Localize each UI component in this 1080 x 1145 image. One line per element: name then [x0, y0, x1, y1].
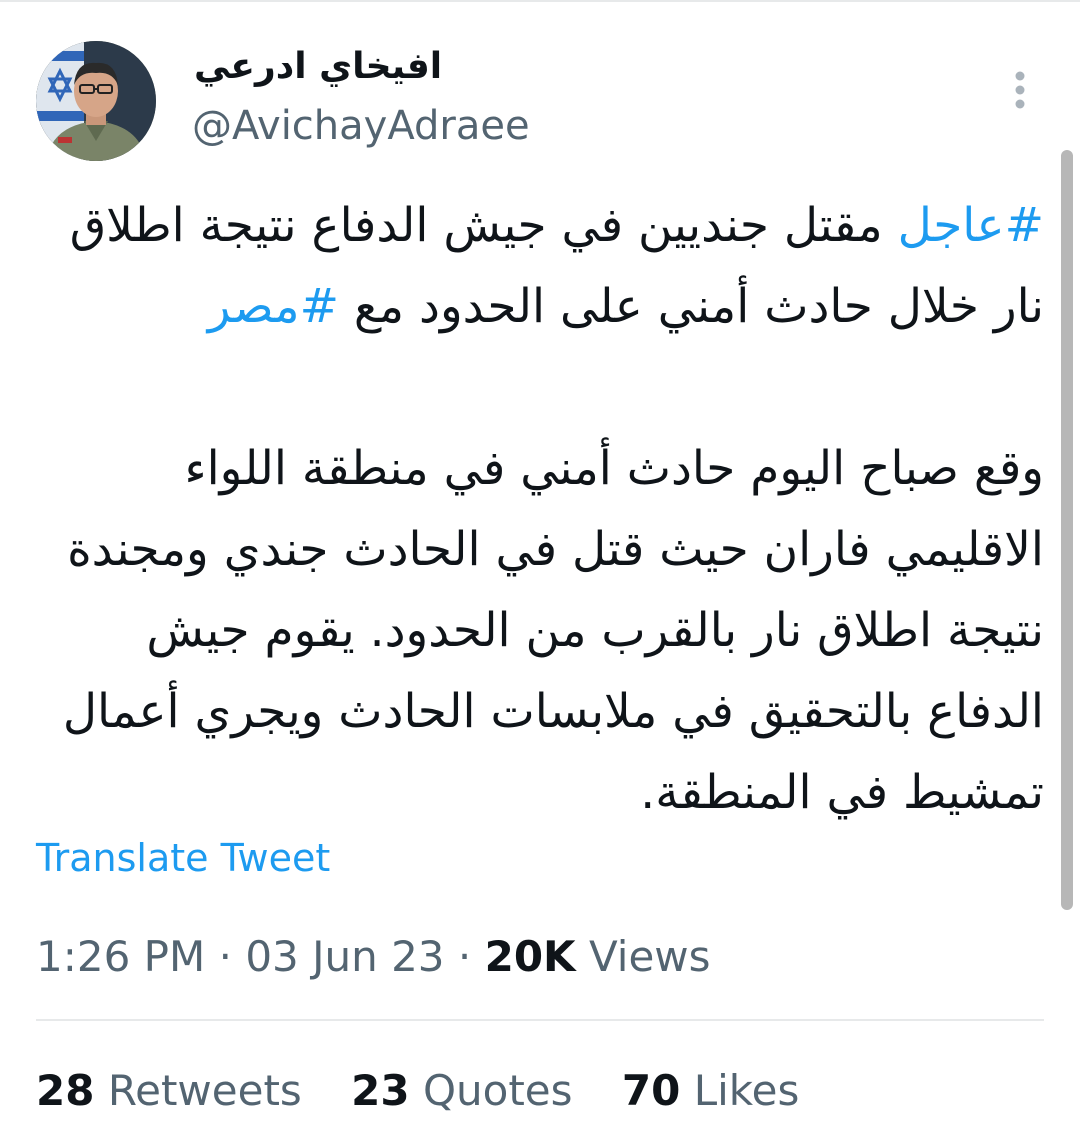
hashtag-link[interactable]: #عاجل: [898, 198, 1044, 253]
top-divider: [0, 0, 1080, 2]
quotes-stat[interactable]: 23 Quotes: [351, 1062, 572, 1120]
meta-separator: ·: [218, 932, 232, 981]
translate-tweet-link[interactable]: Translate Tweet: [36, 832, 330, 884]
tweet-text-part: مقتل جنديين في جيش الدفاع نتيجة اطلاق نا…: [54, 198, 1044, 334]
more-vertical-icon: [1015, 71, 1025, 109]
quotes-count: 23: [351, 1066, 410, 1115]
more-options-button[interactable]: [1000, 66, 1040, 114]
avatar[interactable]: [36, 41, 156, 161]
tweet-time[interactable]: 1:26 PM: [36, 932, 205, 981]
tweet-stats: 28 Retweets 23 Quotes 70 Likes: [36, 1062, 835, 1120]
author-display-name[interactable]: افيخاي ادرعي: [194, 42, 442, 92]
scrollbar[interactable]: [1061, 150, 1073, 910]
retweets-count: 28: [36, 1066, 95, 1115]
likes-label: Likes: [693, 1066, 800, 1115]
quotes-label: Quotes: [422, 1066, 573, 1115]
views-count: 20K: [484, 932, 576, 981]
profile-photo-icon: [36, 41, 156, 161]
tweet-date[interactable]: 03 Jun 23: [245, 932, 444, 981]
likes-stat[interactable]: 70 Likes: [622, 1062, 799, 1120]
tweet-text-part: وقع صباح اليوم حادث أمني في منطقة اللواء…: [62, 441, 1044, 820]
meta-separator: ·: [457, 932, 472, 981]
views-label: Views: [588, 932, 711, 981]
retweets-label: Retweets: [107, 1066, 302, 1115]
hashtag-link[interactable]: #مصر: [208, 279, 339, 334]
retweets-stat[interactable]: 28 Retweets: [36, 1062, 302, 1120]
stats-divider: [36, 1019, 1044, 1021]
likes-count: 70: [621, 1066, 681, 1115]
tweet-text: #عاجل مقتل جنديين في جيش الدفاع نتيجة اط…: [36, 185, 1044, 833]
tweet-meta: 1:26 PM · 03 Jun 23 · 20K Views: [36, 928, 711, 986]
author-handle[interactable]: @AvichayAdraee: [192, 98, 530, 154]
